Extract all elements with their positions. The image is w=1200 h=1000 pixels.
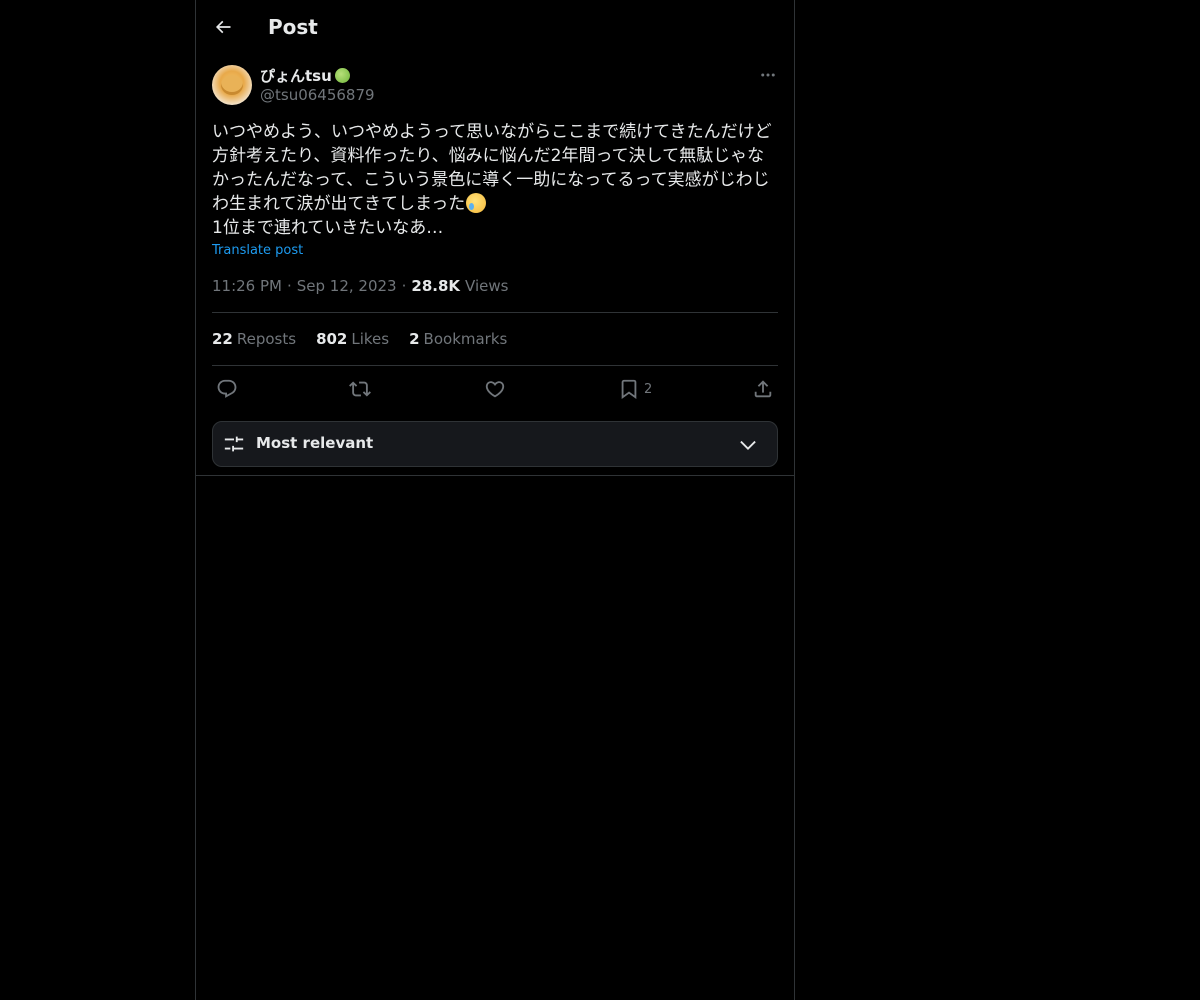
reposts-label: Reposts bbox=[236, 330, 297, 348]
post-meta: 11:26 PM · Sep 12, 2023 · 28.8K Views bbox=[212, 277, 508, 295]
more-horizontal-icon bbox=[761, 73, 775, 77]
arrow-left-icon bbox=[215, 20, 231, 34]
post-date[interactable]: Sep 12, 2023 bbox=[297, 277, 397, 295]
author-handle[interactable]: @tsu06456879 bbox=[260, 86, 375, 104]
section-divider bbox=[196, 475, 794, 476]
likes-stat[interactable]: 802 Likes bbox=[316, 330, 389, 348]
likes-count: 802 bbox=[316, 330, 348, 348]
heart-icon bbox=[485, 381, 505, 398]
chevron-down-icon bbox=[740, 440, 756, 450]
meta-separator: · bbox=[401, 277, 407, 295]
page-title: Post bbox=[268, 15, 318, 39]
share-button[interactable] bbox=[752, 376, 774, 402]
post-text-line2: 1位まで連れていきたいなあ… bbox=[212, 218, 444, 238]
bookmark-icon bbox=[621, 379, 637, 400]
post-stats: 22 Reposts 802 Likes 2 Bookmarks bbox=[212, 330, 507, 348]
post-text-body: いつやめよう、いつやめようって思いながらここまで続けてきたんだけど方針考えたり、… bbox=[212, 122, 772, 214]
divider bbox=[212, 365, 778, 366]
bookmarks-count: 2 bbox=[409, 330, 420, 348]
reposts-stat[interactable]: 22 Reposts bbox=[212, 330, 296, 348]
post-time[interactable]: 11:26 PM bbox=[212, 277, 282, 295]
reply-button[interactable] bbox=[216, 376, 238, 402]
bookmark-count: 2 bbox=[644, 381, 653, 397]
like-button[interactable] bbox=[484, 376, 506, 402]
share-icon bbox=[754, 380, 772, 398]
author-display-name[interactable]: ぴょんtsu bbox=[260, 65, 332, 86]
translate-post-link[interactable]: Translate post bbox=[212, 243, 303, 258]
reply-sort-dropdown[interactable]: Most relevant bbox=[212, 421, 778, 467]
divider bbox=[212, 312, 778, 313]
meta-separator: · bbox=[286, 277, 292, 295]
reposts-count: 22 bbox=[212, 330, 233, 348]
back-button[interactable] bbox=[206, 10, 240, 44]
page-header: Post bbox=[196, 0, 794, 53]
sort-label: Most relevant bbox=[256, 434, 374, 452]
bookmarks-stat[interactable]: 2 Bookmarks bbox=[409, 330, 507, 348]
more-options-button[interactable] bbox=[756, 64, 780, 86]
action-bar: 2 bbox=[212, 376, 778, 402]
sliders-icon bbox=[224, 436, 244, 452]
melon-emoji-icon bbox=[334, 67, 350, 83]
bookmarks-label: Bookmarks bbox=[423, 330, 508, 348]
reply-icon bbox=[217, 379, 237, 398]
views-label: Views bbox=[465, 277, 509, 295]
repost-icon bbox=[349, 381, 371, 397]
author-name-row: ぴょんtsu bbox=[260, 64, 350, 86]
likes-label: Likes bbox=[351, 330, 390, 348]
avatar[interactable] bbox=[212, 65, 252, 105]
bookmark-button[interactable]: 2 bbox=[618, 376, 652, 402]
smiling-with-tear-emoji-icon bbox=[466, 193, 487, 213]
repost-button[interactable] bbox=[349, 376, 371, 402]
avatar-image bbox=[221, 75, 243, 95]
post-text: いつやめよう、いつやめようって思いながらここまで続けてきたんだけど方針考えたり、… bbox=[212, 120, 778, 240]
main-column: Post ぴょんtsu @tsu06456879 いつやめよう、いつやめようって… bbox=[195, 0, 795, 1000]
views-count: 28.8K bbox=[411, 277, 461, 295]
